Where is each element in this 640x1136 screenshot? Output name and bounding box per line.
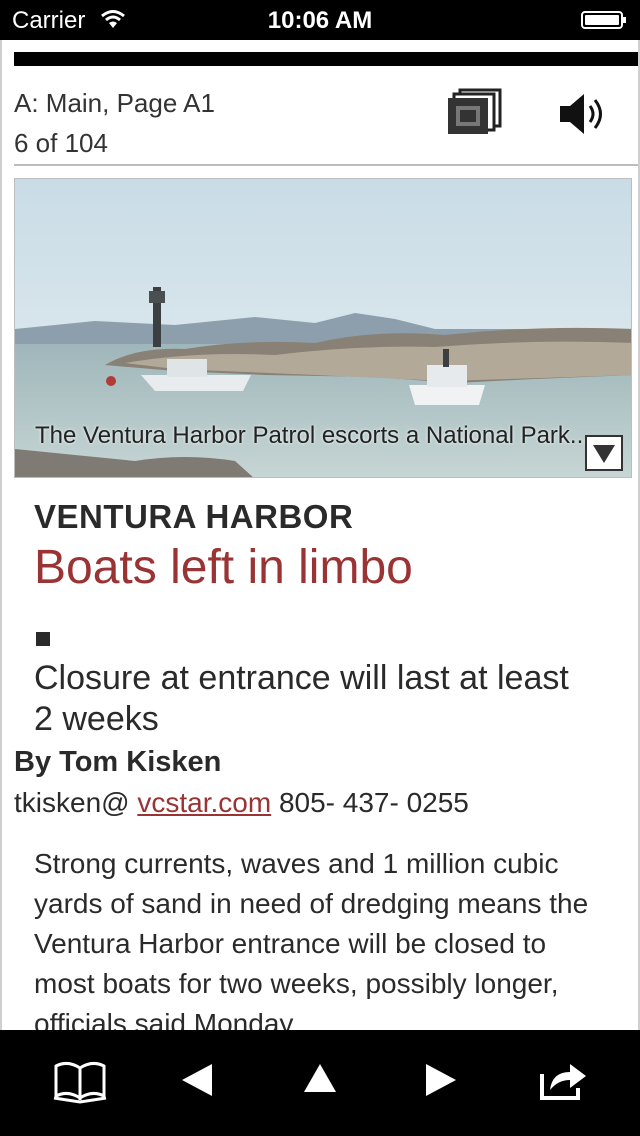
- caption-expand-button[interactable]: [585, 435, 623, 471]
- bottom-toolbar: [0, 1030, 640, 1136]
- pages-button[interactable]: [446, 88, 504, 136]
- author-email-prefix: tkisken@: [14, 787, 138, 818]
- article-byline: By Tom Kisken: [14, 746, 222, 778]
- article-view: A: Main, Page A1 6 of 104 The Ventura Ha…: [0, 40, 640, 1030]
- article-subhead: Closure at entrance will last at least 2…: [34, 659, 569, 738]
- next-icon: [426, 1064, 456, 1096]
- contents-button[interactable]: [50, 1052, 110, 1108]
- clock: 10:06 AM: [267, 7, 373, 34]
- up-icon: [304, 1064, 336, 1092]
- share-icon: [540, 1064, 586, 1100]
- author-phone: 805- 437- 0255: [271, 787, 469, 818]
- status-bar: Carrier 10:06 AM: [0, 0, 640, 40]
- header-divider: [14, 164, 638, 166]
- triangle-down-icon: [593, 445, 615, 463]
- top-rule: [14, 52, 638, 66]
- audio-button[interactable]: [556, 90, 614, 138]
- article-headline: Boats left in limbo: [34, 541, 413, 594]
- article-kicker: VENTURA HARBOR: [34, 498, 354, 535]
- up-button[interactable]: [290, 1052, 350, 1108]
- author-contact: tkisken@ vcstar.com 805- 437- 0255: [14, 787, 469, 819]
- next-button[interactable]: [410, 1052, 470, 1108]
- previous-button[interactable]: [168, 1052, 228, 1108]
- section-label: A: Main, Page A1: [14, 88, 215, 118]
- battery-icon: [581, 11, 626, 29]
- article-photo[interactable]: The Ventura Harbor Patrol escorts a Nati…: [14, 178, 632, 478]
- speaker-icon: [560, 94, 602, 134]
- bullet-square-icon: [36, 632, 50, 646]
- photo-caption: The Ventura Harbor Patrol escorts a Nati…: [35, 422, 590, 449]
- previous-icon: [182, 1064, 212, 1096]
- author-website-link[interactable]: vcstar.com: [137, 787, 271, 818]
- share-button[interactable]: [532, 1052, 592, 1108]
- pages-icon: [448, 88, 502, 134]
- article-body: Strong currents, waves and 1 million cub…: [34, 848, 589, 1030]
- book-icon: [53, 1061, 107, 1104]
- page-count: 6 of 104: [14, 128, 108, 158]
